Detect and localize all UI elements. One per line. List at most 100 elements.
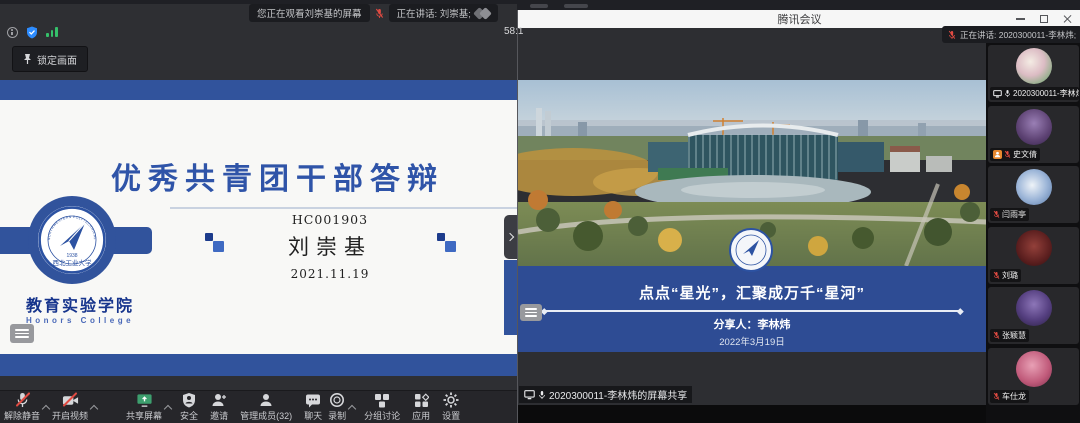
start-video-label: 开启视频 (52, 409, 88, 422)
mic-icon (538, 390, 546, 400)
chevron-up-icon (348, 404, 356, 412)
college-name-cn: 教育实验学院 (0, 292, 160, 316)
pin-icon (23, 53, 32, 65)
unmute-button[interactable]: 解除静音 (4, 392, 40, 422)
emblem-year: 1938 (66, 253, 77, 259)
share-options-chevron[interactable] (163, 394, 173, 420)
share-screen-icon (136, 392, 153, 408)
window-title: 腾讯会议 (778, 11, 822, 27)
tab-fragment (564, 4, 588, 8)
security-button[interactable]: 安全 (180, 392, 198, 422)
slide-blue-section: 点点“星光”，汇聚成万千“星河” 分享人：李林炜 2022年3月19日 (518, 266, 986, 352)
speaking-banner: 正在讲话: 刘崇基; (389, 4, 498, 22)
deco-square (205, 233, 213, 241)
participants-icon (258, 392, 274, 408)
participant-tile[interactable]: 车仕龙 (988, 348, 1079, 405)
deco-square (213, 241, 224, 252)
participant-tile[interactable]: 刘璐 (988, 227, 1079, 284)
record-icon (329, 392, 345, 408)
slide-divider (544, 310, 960, 312)
screen-share-label: 2020300011-李林炜的屏幕共享 (519, 386, 692, 403)
slide-top-band (0, 80, 517, 100)
maximize-button[interactable] (1040, 15, 1048, 23)
invite-button[interactable]: 邀请 (210, 392, 228, 422)
chevron-up-icon (164, 404, 172, 412)
speaking-banner-text: 正在讲话: 2020300011-李林炜; (960, 29, 1076, 41)
meeting-status-icons (7, 25, 58, 39)
screenshot-root: 您正在观看刘崇基的屏幕 正在讲话: 刘崇基; 58:1 锁定画面 (0, 0, 1080, 423)
collapsed-video-strip[interactable] (504, 260, 517, 335)
pin-screen-label: 锁定画面 (37, 52, 77, 67)
muted-mic-icon (375, 8, 384, 19)
viewing-banner-text: 您正在观看刘崇基的屏幕 (257, 6, 362, 20)
chevron-up-icon (42, 404, 50, 412)
manage-members-label: 管理成员(32) (240, 409, 292, 422)
display-icon (993, 90, 1002, 98)
left-meeting-window: 您正在观看刘崇基的屏幕 正在讲话: 刘崇基; 58:1 锁定画面 (0, 4, 517, 423)
encryption-shield-icon[interactable] (26, 26, 38, 39)
slide-date: 2021.11.19 (170, 267, 490, 281)
participant-name-row: 张颖慧 (990, 329, 1029, 342)
start-video-button[interactable]: 开启视频 (52, 392, 88, 422)
chat-button[interactable]: 聊天 (304, 392, 322, 422)
share-screen-button[interactable]: 共享屏幕 (126, 392, 162, 422)
unmute-label: 解除静音 (4, 409, 40, 422)
chat-label: 聊天 (304, 409, 322, 422)
minimize-button[interactable] (1016, 18, 1025, 20)
participant-tile[interactable]: 闫雨亭 (988, 166, 1079, 223)
record-label: 录制 (328, 409, 346, 422)
record-button[interactable]: 录制 (328, 392, 346, 422)
speaking-banner: 正在讲话: 2020300011-李林炜; (942, 26, 1080, 43)
participant-name-row: 闫雨亭 (990, 208, 1029, 221)
manage-members-button[interactable]: 管理成员(32) (240, 392, 292, 422)
chat-bubble-icon (305, 392, 321, 408)
avatar (1016, 169, 1052, 205)
close-button[interactable] (1063, 14, 1073, 24)
settings-button[interactable]: 设置 (442, 392, 460, 422)
candidate-code: HC001903 (170, 212, 490, 227)
participant-name-row: 刘璐 (990, 269, 1021, 282)
security-label: 安全 (180, 409, 198, 422)
participants-panel: 2020300011-李林炜... 史文倩 (986, 28, 1080, 423)
slide-date: 2022年3月19日 (518, 334, 986, 348)
chevron-right-icon (505, 233, 513, 241)
avatar (1016, 230, 1052, 266)
participant-name-row: 车仕龙 (990, 390, 1029, 403)
participant-name-row: 2020300011-李林炜... (990, 87, 1079, 100)
bottom-black-strip (518, 405, 986, 423)
record-options-chevron[interactable] (347, 394, 357, 420)
participant-tile[interactable]: 史文倩 (988, 106, 1079, 163)
mute-options-chevron[interactable] (41, 394, 51, 420)
avatar (1016, 351, 1052, 387)
camera-off-icon (62, 392, 79, 408)
muted-mic-icon (993, 210, 1000, 219)
window-content: 点点“星光”，汇聚成万千“星河” 分享人：李林炜 2022年3月19日 2020… (518, 28, 1080, 423)
pin-screen-button[interactable]: 锁定画面 (12, 46, 88, 72)
breakout-rooms-label: 分组讨论 (364, 409, 400, 422)
screen-share-label-text: 2020300011-李林炜的屏幕共享 (549, 387, 687, 402)
gear-icon (443, 392, 459, 408)
participant-tile[interactable]: 2020300011-李林炜... (988, 45, 1079, 102)
apps-button[interactable]: 应用 (412, 392, 430, 422)
participant-name: 张颖慧 (1002, 330, 1026, 341)
settings-label: 设置 (442, 409, 460, 422)
participant-tile[interactable]: 张颖慧 (988, 287, 1079, 344)
avatar (1016, 290, 1052, 326)
annotation-list-button[interactable] (520, 304, 542, 321)
participant-name: 车仕龙 (1002, 391, 1026, 402)
participant-name: 史文倩 (1013, 149, 1037, 160)
muted-mic-icon (1004, 150, 1011, 159)
slide-title: 点点“星光”，汇聚成万千“星河” (518, 282, 986, 303)
participant-name: 闫雨亭 (1002, 209, 1026, 220)
university-emblem-logo (729, 228, 773, 272)
meeting-info-icon[interactable] (7, 27, 18, 38)
network-signal-icon[interactable] (46, 27, 58, 37)
university-emblem-logo: NORTHWESTERN POLYTECHNICAL UNIVERSITY 19… (38, 206, 106, 274)
invite-label: 邀请 (210, 409, 228, 422)
expand-video-panel-tab[interactable] (504, 215, 517, 259)
breakout-rooms-button[interactable]: 分组讨论 (364, 392, 400, 422)
video-options-chevron[interactable] (89, 394, 99, 420)
tab-fragment (530, 4, 548, 8)
annotation-list-button[interactable] (10, 324, 34, 343)
share-screen-label: 共享屏幕 (126, 409, 162, 422)
